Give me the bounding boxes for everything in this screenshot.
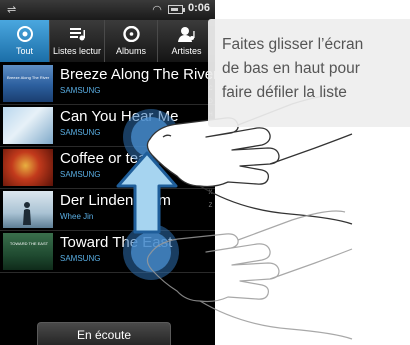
instruction-line: de bas en haut pour	[222, 60, 360, 77]
instruction-callout: Faites glisser l’écran de bas en haut po…	[208, 19, 410, 127]
instruction-line: faire défiler la liste	[222, 84, 347, 101]
instruction-text: Faites glisser l’écran de bas en haut po…	[222, 33, 363, 105]
instruction-line: Faites glisser l’écran	[222, 36, 364, 53]
hand-ghost-icon	[146, 210, 353, 340]
